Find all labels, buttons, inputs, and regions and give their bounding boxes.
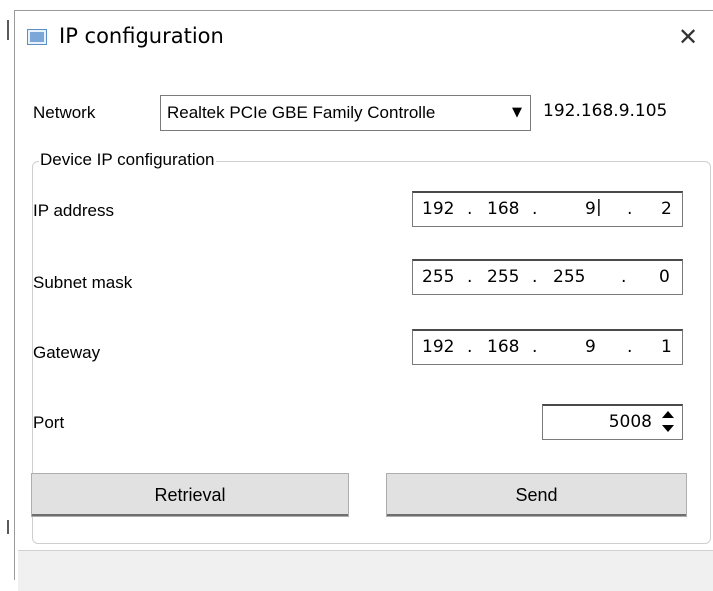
octet[interactable]: 9 <box>585 337 596 357</box>
octet[interactable]: 255 <box>487 267 519 287</box>
dot: . <box>627 199 633 219</box>
app-window-icon <box>27 29 47 45</box>
dropdown-arrow-icon[interactable]: ▼ <box>512 105 522 120</box>
port-spinbox[interactable]: 5008 <box>542 404 683 440</box>
octet[interactable]: 168 <box>487 337 519 357</box>
octet[interactable]: 255 <box>553 267 585 287</box>
edge-mark <box>7 520 9 534</box>
network-label: Network <box>33 103 96 122</box>
dot: . <box>467 337 473 357</box>
octet[interactable]: 192 <box>422 199 454 219</box>
gateway-input[interactable]: 192 . 168 . 9 . 1 <box>412 329 683 365</box>
dot: . <box>467 267 473 287</box>
spin-down-icon[interactable] <box>662 425 674 432</box>
octet[interactable]: 255 <box>422 267 454 287</box>
subnet-mask-input[interactable]: 255 . 255 . 255 . 0 <box>412 259 683 295</box>
port-label: Port <box>33 413 65 432</box>
octet[interactable]: 192 <box>422 337 454 357</box>
spin-up-icon[interactable] <box>662 411 674 418</box>
close-icon[interactable]: ✕ <box>670 21 706 53</box>
octet[interactable]: 2 <box>661 199 672 219</box>
port-value[interactable]: 5008 <box>609 412 652 432</box>
host-ip-address: 192.168.9.105 <box>543 101 668 121</box>
dot: . <box>467 199 473 219</box>
edge-mark <box>7 20 9 40</box>
octet[interactable]: 168 <box>487 199 519 219</box>
port-spin-buttons[interactable] <box>656 407 680 437</box>
dot: . <box>627 337 633 357</box>
octet[interactable]: 9 <box>585 199 596 219</box>
retrieval-button[interactable]: Retrieval <box>31 473 349 517</box>
text-cursor: | <box>596 197 602 217</box>
dot: . <box>532 199 538 219</box>
send-button[interactable]: Send <box>386 473 687 517</box>
subnet-mask-label: Subnet mask <box>33 273 133 292</box>
background-edge <box>0 0 12 579</box>
dot: . <box>532 337 538 357</box>
ip-address-input[interactable]: 192 . 168 . 9 | . 2 <box>412 191 683 227</box>
title-bar: IP configuration ✕ <box>15 11 713 67</box>
ip-configuration-dialog: IP configuration ✕ Network Realtek PCIe … <box>14 10 713 591</box>
dot: . <box>621 267 627 287</box>
octet[interactable]: 1 <box>661 337 672 357</box>
ip-address-label: IP address <box>33 201 114 220</box>
network-adapter-value: Realtek PCIe GBE Family Controlle <box>167 103 436 122</box>
gateway-label: Gateway <box>33 343 101 362</box>
dot: . <box>532 267 538 287</box>
device-ip-group-title: Device IP configuration <box>39 150 216 170</box>
octet[interactable]: 0 <box>659 267 670 287</box>
window-title: IP configuration <box>59 24 224 48</box>
network-adapter-select[interactable]: Realtek PCIe GBE Family Controlle ▼ <box>160 95 531 131</box>
status-bar <box>18 550 713 591</box>
